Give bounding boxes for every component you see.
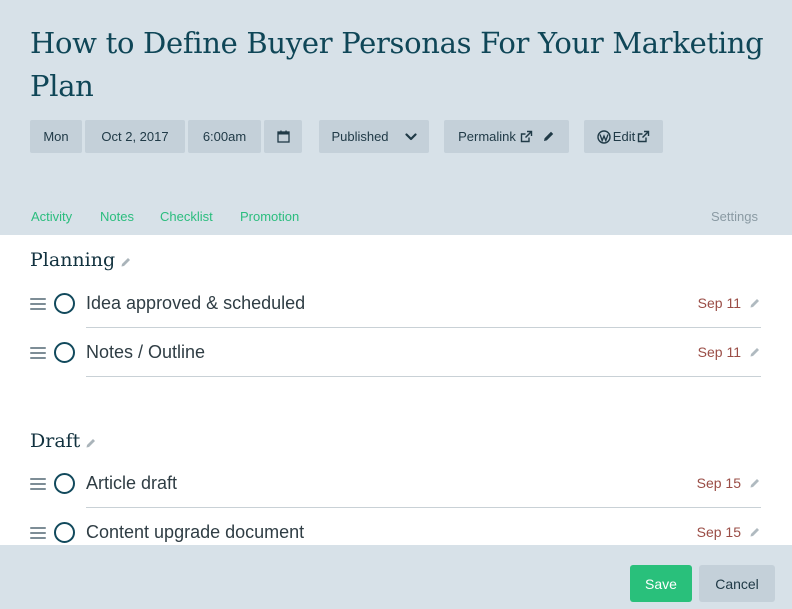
save-button[interactable]: Save <box>630 565 692 602</box>
drag-handle-icon[interactable] <box>30 347 46 359</box>
circle-icon[interactable] <box>54 342 75 363</box>
pencil-icon[interactable] <box>542 130 555 143</box>
time-label: 6:00am <box>202 129 247 144</box>
cancel-button[interactable]: Cancel <box>699 565 775 602</box>
pencil-icon[interactable] <box>749 525 761 543</box>
section-title-label: Planning <box>30 249 116 271</box>
pencil-icon[interactable] <box>749 476 761 494</box>
chevron-down-icon <box>404 132 417 141</box>
section-title-planning: Planning <box>30 247 132 273</box>
wordpress-edit-button[interactable]: Edit <box>584 120 663 153</box>
edit-label: Edit <box>612 129 636 144</box>
task-label[interactable]: Content upgrade document <box>86 522 304 543</box>
tab-activity[interactable]: Activity <box>31 209 72 224</box>
day-label: Mon <box>43 129 69 144</box>
divider <box>86 376 761 377</box>
circle-icon[interactable] <box>54 293 75 314</box>
permalink-chip: Permalink <box>444 120 569 153</box>
task-date[interactable]: Sep 11 <box>698 295 741 311</box>
tab-notes[interactable]: Notes <box>100 209 134 224</box>
pencil-icon[interactable] <box>120 251 132 273</box>
external-link-icon[interactable] <box>520 130 533 143</box>
calendar-icon <box>276 130 290 143</box>
status-label: Published <box>331 129 389 144</box>
circle-icon[interactable] <box>54 473 75 494</box>
pencil-icon[interactable] <box>85 432 97 454</box>
drag-handle-icon[interactable] <box>30 298 46 310</box>
task-row: Article draft Sep 15 <box>30 459 761 508</box>
task-label[interactable]: Idea approved & scheduled <box>86 293 305 314</box>
task-date[interactable]: Sep 11 <box>698 344 741 360</box>
post-header: How to Define Buyer Personas For Your Ma… <box>0 0 792 235</box>
status-dropdown[interactable]: Published <box>319 120 429 153</box>
task-date[interactable]: Sep 15 <box>697 524 741 540</box>
section-title-draft: Draft <box>30 428 97 454</box>
footer-bar: Save Cancel <box>0 545 792 609</box>
tab-settings[interactable]: Settings <box>711 209 758 224</box>
tab-promotion[interactable]: Promotion <box>240 209 299 224</box>
permalink-link[interactable]: Permalink <box>458 129 516 144</box>
external-link-icon <box>637 130 650 143</box>
day-chip[interactable]: Mon <box>30 120 82 153</box>
task-row: Idea approved & scheduled Sep 11 <box>30 279 761 328</box>
drag-handle-icon[interactable] <box>30 478 46 490</box>
date-label: Oct 2, 2017 <box>101 129 169 144</box>
task-date[interactable]: Sep 15 <box>697 475 741 491</box>
tab-checklist[interactable]: Checklist <box>160 209 213 224</box>
wordpress-icon <box>597 129 611 144</box>
drag-handle-icon[interactable] <box>30 527 46 539</box>
page-title: How to Define Buyer Personas For Your Ma… <box>30 26 764 103</box>
pencil-icon[interactable] <box>749 296 761 314</box>
task-label[interactable]: Notes / Outline <box>86 342 205 363</box>
calendar-button[interactable] <box>264 120 302 153</box>
date-chip[interactable]: Oct 2, 2017 <box>85 120 185 153</box>
circle-icon[interactable] <box>54 522 75 543</box>
task-label[interactable]: Article draft <box>86 473 177 494</box>
section-title-label: Draft <box>30 430 81 452</box>
task-row: Notes / Outline Sep 11 <box>30 328 761 377</box>
time-chip[interactable]: 6:00am <box>188 120 261 153</box>
pencil-icon[interactable] <box>749 345 761 363</box>
